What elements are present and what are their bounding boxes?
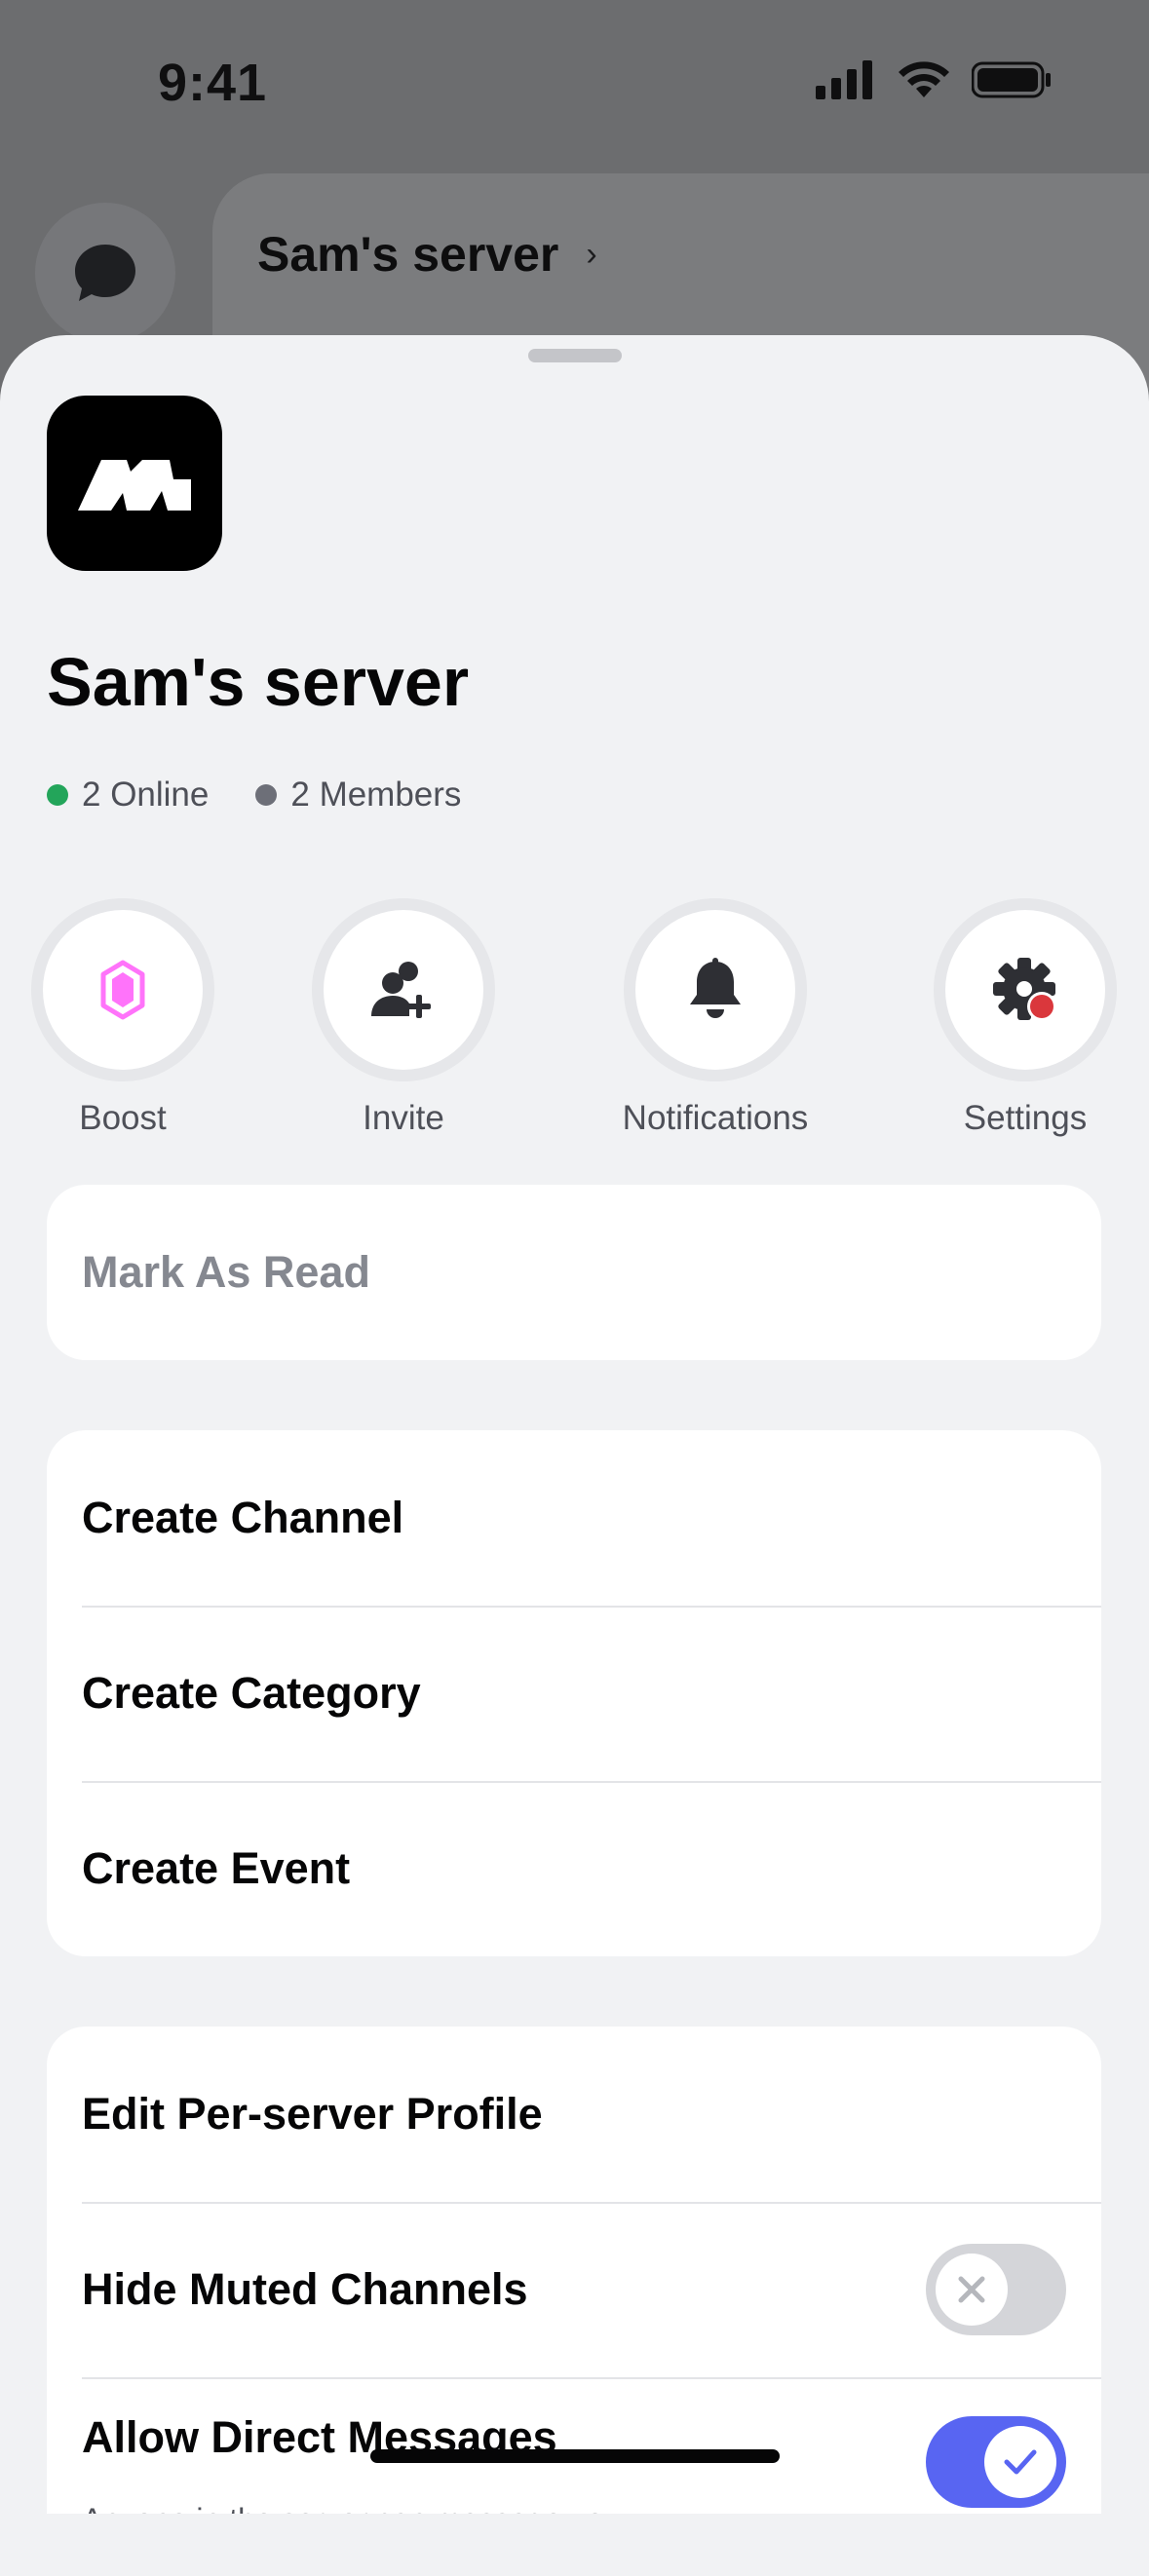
status-time: 9:41	[158, 54, 268, 112]
hide-muted-channels-label: Hide Muted Channels	[82, 2264, 528, 2314]
toggle-knob	[984, 2426, 1056, 2498]
invite-person-plus-icon	[371, 962, 431, 1018]
bell-icon	[690, 958, 741, 1018]
edit-profile-label: Edit Per-server Profile	[82, 2089, 543, 2139]
edit-per-server-profile-button[interactable]: Edit Per-server Profile	[47, 2027, 1101, 2202]
sheet-grabber[interactable]	[528, 349, 622, 362]
online-count-label: 2 Online	[82, 776, 210, 814]
mark-as-read-group: Mark As Read	[47, 1185, 1101, 1360]
hide-muted-channels-toggle[interactable]	[926, 2244, 1066, 2335]
server-logo-icon	[78, 460, 191, 511]
invite-button[interactable]: Invite	[277, 910, 530, 1138]
boost-button[interactable]: Boost	[0, 910, 249, 1138]
battery-icon	[972, 61, 1051, 98]
settings-button[interactable]: Settings	[899, 910, 1149, 1138]
cellular-signal-icon	[816, 60, 872, 99]
server-name: Sam's server	[47, 644, 470, 720]
online-count: 2 Online	[47, 776, 209, 814]
settings-label: Settings	[963, 1099, 1088, 1137]
mark-as-read-button[interactable]: Mark As Read	[47, 1185, 1101, 1360]
notifications-button-circle[interactable]	[635, 910, 795, 1070]
create-group: Create Channel Create Category Create Ev…	[47, 1430, 1101, 1956]
settings-alert-dot-icon	[1030, 995, 1053, 1018]
server-avatar	[47, 396, 222, 571]
chat-bubble-icon	[75, 245, 135, 301]
members-dot-icon	[255, 784, 278, 806]
background-server-title: Sam's server ›	[257, 226, 597, 283]
create-channel-button[interactable]: Create Channel	[47, 1430, 1101, 1606]
server-stats: 2 Online 2 Members	[47, 776, 508, 814]
checkmark-icon	[1004, 2449, 1037, 2475]
online-dot-icon	[47, 784, 68, 806]
boost-label: Boost	[79, 1099, 167, 1137]
hide-muted-channels-row[interactable]: Hide Muted Channels	[47, 2202, 1101, 2377]
create-category-button[interactable]: Create Category	[47, 1606, 1101, 1781]
allow-direct-messages-toggle[interactable]	[926, 2416, 1066, 2508]
dm-button[interactable]	[35, 203, 175, 343]
invite-button-circle[interactable]	[324, 910, 483, 1070]
invite-label: Invite	[363, 1099, 444, 1137]
boost-gem-icon	[100, 960, 145, 1020]
server-action-sheet: Sam's server 2 Online 2 Members Boost In…	[0, 335, 1149, 2576]
member-count: 2 Members	[255, 776, 461, 814]
settings-group: Edit Per-server Profile Hide Muted Chann…	[47, 2027, 1101, 2514]
notifications-button[interactable]: Notifications	[589, 910, 842, 1138]
notifications-label: Notifications	[622, 1099, 809, 1137]
gear-icon	[993, 958, 1056, 1021]
background-server-name: Sam's server	[257, 227, 559, 282]
chevron-right-icon: ›	[586, 235, 597, 273]
allow-direct-messages-row[interactable]: Allow Direct Messages Anyone in the serv…	[47, 2377, 1101, 2514]
boost-button-circle[interactable]	[43, 910, 203, 1070]
allow-direct-messages-description: Anyone in the server can message you	[82, 2502, 621, 2514]
wifi-icon	[899, 61, 949, 97]
create-event-button[interactable]: Create Event	[47, 1781, 1101, 1956]
member-count-label: 2 Members	[290, 776, 462, 814]
toggle-knob	[936, 2254, 1008, 2326]
x-icon	[958, 2276, 985, 2303]
settings-button-circle[interactable]	[945, 910, 1105, 1070]
status-icons	[816, 60, 1053, 99]
quick-actions: Boost Invite Notifications Settings	[0, 910, 1149, 1137]
home-indicator[interactable]	[370, 2449, 780, 2463]
